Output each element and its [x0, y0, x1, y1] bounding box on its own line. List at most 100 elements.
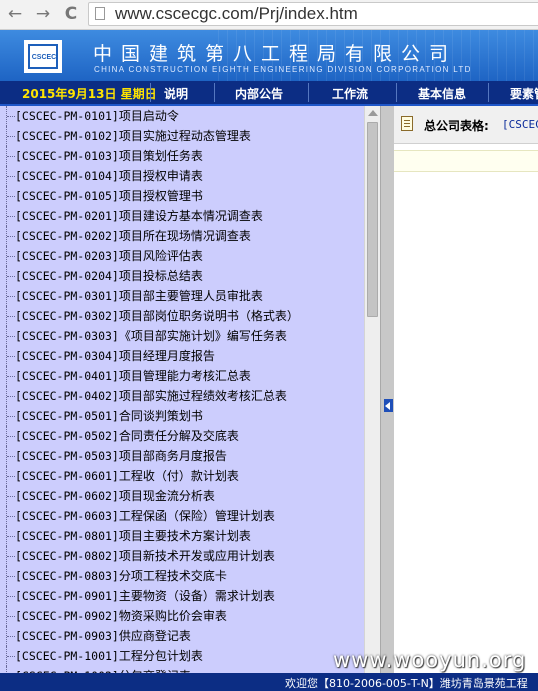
tree-item[interactable]: [CSCEC-PM-0501]合同谈判策划书 [0, 406, 364, 426]
tree-item[interactable]: [CSCEC-PM-0201]项目建设方基本情况调查表 [0, 206, 364, 226]
tree-branch-line [7, 216, 15, 217]
tree-branch-line [7, 296, 15, 297]
tree-item[interactable]: [CSCEC-PM-0105]项目授权管理书 [0, 186, 364, 206]
nav-divider [150, 83, 151, 102]
tree-item[interactable]: [CSCEC-PM-0303]《项目部实施计划》编写任务表 [0, 326, 364, 346]
tree-item-title: 项目现金流分析表 [118, 489, 215, 503]
tree-item[interactable]: [CSCEC-PM-1001]工程分包计划表 [0, 646, 364, 666]
tree-item-label[interactable]: [CSCEC-PM-0102]项目实施过程动态管理表 [15, 126, 251, 146]
tree-item-code: [CSCEC-PM-0603] [15, 509, 119, 523]
content-pane: 总公司表格: [CSCEC [394, 106, 538, 691]
tree-item-label[interactable]: [CSCEC-PM-0801]项目主要技术方案计划表 [15, 526, 251, 546]
tree-item[interactable]: [CSCEC-PM-0503]项目部商务月度报告 [0, 446, 364, 466]
tree-item[interactable]: [CSCEC-PM-0101]项目启动令 [0, 106, 364, 126]
tree-item-title: 项目实施过程动态管理表 [118, 129, 251, 143]
reload-icon[interactable]: C [60, 3, 82, 25]
tree-item[interactable]: [CSCEC-PM-0602]项目现金流分析表 [0, 486, 364, 506]
tree-item-label[interactable]: [CSCEC-PM-0302]项目部岗位职务说明书（格式表） [15, 306, 299, 326]
tree-item-title: 项目部岗位职务说明书（格式表） [118, 309, 299, 323]
tree-item-label[interactable]: [CSCEC-PM-0202]项目所在现场情况调查表 [15, 226, 251, 246]
nav-item-instructions[interactable]: 说明 [164, 85, 188, 102]
tree-item-label[interactable]: [CSCEC-PM-0303]《项目部实施计划》编写任务表 [15, 326, 287, 346]
tree-item[interactable]: [CSCEC-PM-0302]项目部岗位职务说明书（格式表） [0, 306, 364, 326]
scroll-thumb[interactable] [367, 122, 378, 317]
tree-item-label[interactable]: [CSCEC-PM-0802]项目新技术开发或应用计划表 [15, 546, 275, 566]
tree-branch-line [7, 436, 15, 437]
tree-item-label[interactable]: [CSCEC-PM-0601]工程收（付）款计划表 [15, 466, 239, 486]
tree-item-label[interactable]: [CSCEC-PM-0501]合同谈判策划书 [15, 406, 203, 426]
content-toolbar-strip [394, 150, 538, 172]
tree-branch-line [7, 616, 15, 617]
browser-toolbar: ← → C www.cscecgc.com/Prj/index.htm [0, 0, 538, 30]
tree-item[interactable]: [CSCEC-PM-0202]项目所在现场情况调查表 [0, 226, 364, 246]
tree-item-title: 项目部商务月度报告 [118, 449, 227, 463]
tree-item-label[interactable]: [CSCEC-PM-0201]项目建设方基本情况调查表 [15, 206, 263, 226]
tree-item-code: [CSCEC-PM-0602] [15, 489, 119, 503]
address-bar[interactable]: www.cscecgc.com/Prj/index.htm [88, 2, 538, 26]
tree-item[interactable]: [CSCEC-PM-0103]项目策划任务表 [0, 146, 364, 166]
tree-item-label[interactable]: [CSCEC-PM-0304]项目经理月度报告 [15, 346, 215, 366]
tree-item-label[interactable]: [CSCEC-PM-0103]项目策划任务表 [15, 146, 203, 166]
nav-item-workflow[interactable]: 工作流 [332, 85, 368, 102]
nav-item-elements[interactable]: 要素管 [510, 85, 538, 102]
tree-item-label[interactable]: [CSCEC-PM-0502]合同责任分解及交底表 [15, 426, 239, 446]
tree-item-label[interactable]: [CSCEC-PM-0602]项目现金流分析表 [15, 486, 215, 506]
tree-item-label[interactable]: [CSCEC-PM-0104]项目授权申请表 [15, 166, 203, 186]
tree-item-title: 合同责任分解及交底表 [118, 429, 239, 443]
tree-item[interactable]: [CSCEC-PM-0601]工程收（付）款计划表 [0, 466, 364, 486]
tree-item[interactable]: [CSCEC-PM-0204]项目投标总结表 [0, 266, 364, 286]
tree-item-label[interactable]: [CSCEC-PM-0503]项目部商务月度报告 [15, 446, 227, 466]
nav-divider [214, 83, 215, 102]
tree-item-title: 合同谈判策划书 [118, 409, 203, 423]
tree-item[interactable]: [CSCEC-PM-0102]项目实施过程动态管理表 [0, 126, 364, 146]
panel-splitter[interactable] [380, 106, 394, 691]
tree-item-title: 供应商登记表 [118, 629, 191, 643]
tree-item-code: [CSCEC-PM-0601] [15, 469, 119, 483]
nav-item-announcements[interactable]: 内部公告 [235, 85, 283, 102]
tree-item-code: [CSCEC-PM-0901] [15, 589, 119, 603]
tree-item-label[interactable]: [CSCEC-PM-0204]项目投标总结表 [15, 266, 203, 286]
tree-item-code: [CSCEC-PM-0303] [15, 329, 119, 343]
tree-branch-line [7, 336, 15, 337]
tree-item[interactable]: [CSCEC-PM-0304]项目经理月度报告 [0, 346, 364, 366]
tree-item[interactable]: [CSCEC-PM-0801]项目主要技术方案计划表 [0, 526, 364, 546]
tree-item-label[interactable]: [CSCEC-PM-0902]物资采购比价会审表 [15, 606, 227, 626]
forward-icon[interactable]: → [32, 3, 54, 25]
scroll-up-icon[interactable] [368, 110, 378, 116]
tree-item-title: 主要物资（设备）需求计划表 [118, 589, 275, 603]
tree-item-label[interactable]: [CSCEC-PM-0901]主要物资（设备）需求计划表 [15, 586, 275, 606]
tree-item[interactable]: [CSCEC-PM-0203]项目风险评估表 [0, 246, 364, 266]
tree-item[interactable]: [CSCEC-PM-0301]项目部主要管理人员审批表 [0, 286, 364, 306]
tree-branch-line [7, 116, 15, 117]
tree-item-label[interactable]: [CSCEC-PM-1001]工程分包计划表 [15, 646, 203, 666]
tree-item-title: 项目投标总结表 [118, 269, 203, 283]
back-icon[interactable]: ← [4, 3, 26, 25]
tree-item[interactable]: [CSCEC-PM-0901]主要物资（设备）需求计划表 [0, 586, 364, 606]
tree-item-label[interactable]: [CSCEC-PM-0101]项目启动令 [15, 106, 179, 126]
tree-item-label[interactable]: [CSCEC-PM-0105]项目授权管理书 [15, 186, 203, 206]
site-banner: CSCEC 中国建筑第八工程局有限公司 CHINA CONSTRUCTION E… [0, 30, 538, 81]
tree-item-label[interactable]: [CSCEC-PM-0903]供应商登记表 [15, 626, 191, 646]
tree-item[interactable]: [CSCEC-PM-0104]项目授权申请表 [0, 166, 364, 186]
tree-item[interactable]: [CSCEC-PM-0401]项目管理能力考核汇总表 [0, 366, 364, 386]
tree-branch-line [7, 476, 15, 477]
tree-item-label[interactable]: [CSCEC-PM-0603]工程保函（保险）管理计划表 [15, 506, 275, 526]
tree-item[interactable]: [CSCEC-PM-0502]合同责任分解及交底表 [0, 426, 364, 446]
tree-item-label[interactable]: [CSCEC-PM-0203]项目风险评估表 [15, 246, 203, 266]
tree-item[interactable]: [CSCEC-PM-0902]物资采购比价会审表 [0, 606, 364, 626]
collapse-arrow-icon[interactable] [384, 399, 393, 412]
tree-item-label[interactable]: [CSCEC-PM-0402]项目部实施过程绩效考核汇总表 [15, 386, 287, 406]
nav-item-basic-info[interactable]: 基本信息 [418, 85, 466, 102]
tree-item-title: 项目授权申请表 [118, 169, 203, 183]
tree-item-title: 项目部主要管理人员审批表 [118, 289, 263, 303]
tree-scrollbar[interactable] [364, 106, 380, 691]
tree-item-label[interactable]: [CSCEC-PM-0803]分项工程技术交底卡 [15, 566, 227, 586]
tree-item[interactable]: [CSCEC-PM-0802]项目新技术开发或应用计划表 [0, 546, 364, 566]
tree-item-label[interactable]: [CSCEC-PM-0401]项目管理能力考核汇总表 [15, 366, 251, 386]
tree-item[interactable]: [CSCEC-PM-0402]项目部实施过程绩效考核汇总表 [0, 386, 364, 406]
tree-item-label[interactable]: [CSCEC-PM-0301]项目部主要管理人员审批表 [15, 286, 263, 306]
tree-item[interactable]: [CSCEC-PM-0803]分项工程技术交底卡 [0, 566, 364, 586]
tree-item[interactable]: [CSCEC-PM-0603]工程保函（保险）管理计划表 [0, 506, 364, 526]
tree-item[interactable]: [CSCEC-PM-0903]供应商登记表 [0, 626, 364, 646]
tree-item-code: [CSCEC-PM-0304] [15, 349, 119, 363]
